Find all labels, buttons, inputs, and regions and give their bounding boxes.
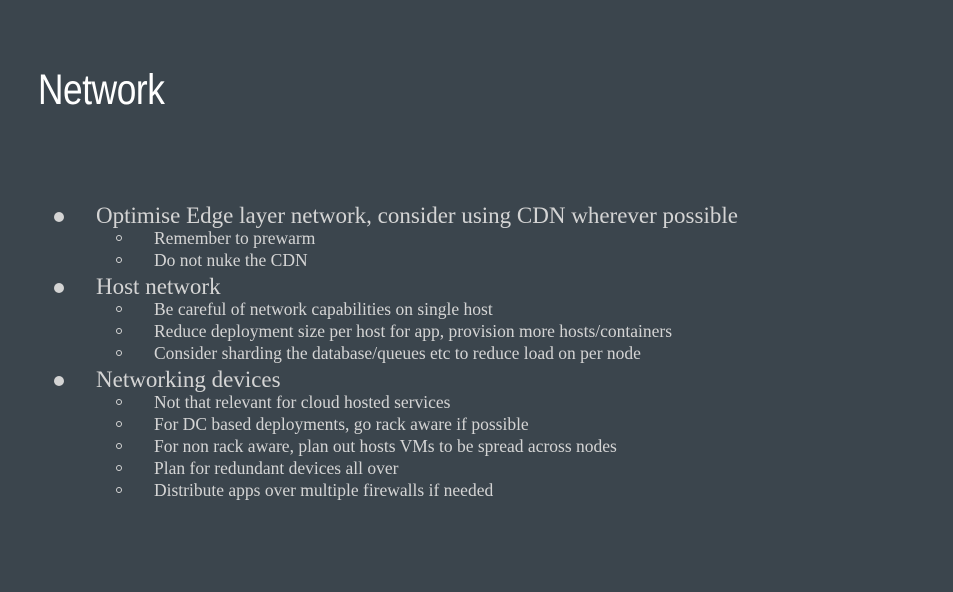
sub-bullet-text: Remember to prewarm	[154, 228, 316, 248]
sub-bullet-item: Reduce deployment size per host for app,…	[96, 320, 953, 342]
bullet-dot-icon	[54, 376, 64, 386]
sub-bullet-ring-icon	[116, 328, 122, 334]
sub-bullet-ring-icon	[116, 399, 122, 405]
sub-bullet-item: Be careful of network capabilities on si…	[96, 298, 953, 320]
sub-bullet-text: Do not nuke the CDN	[154, 250, 308, 270]
sub-bullet-item: Plan for redundant devices all over	[96, 457, 953, 479]
slide: Network Optimise Edge layer network, con…	[0, 0, 953, 592]
bullet-dot-icon	[54, 212, 64, 222]
sub-bullet-ring-icon	[116, 487, 122, 493]
sub-bullet-text: Consider sharding the database/queues et…	[154, 343, 641, 363]
sub-bullet-ring-icon	[116, 235, 122, 241]
sub-bullet-item: For non rack aware, plan out hosts VMs t…	[96, 435, 953, 457]
sub-bullet-text: Reduce deployment size per host for app,…	[154, 321, 673, 341]
sub-bullet-list: Not that relevant for cloud hosted servi…	[96, 391, 953, 501]
sub-bullet-item: For DC based deployments, go rack aware …	[96, 413, 953, 435]
sub-bullet-ring-icon	[116, 465, 122, 471]
sub-bullet-text: Distribute apps over multiple firewalls …	[154, 480, 494, 500]
bullet-item: Optimise Edge layer network, consider us…	[0, 200, 953, 271]
bullet-list: Optimise Edge layer network, consider us…	[0, 200, 953, 501]
sub-bullet-text: Not that relevant for cloud hosted servi…	[154, 392, 451, 412]
bullet-item: Networking devices Not that relevant for…	[0, 364, 953, 501]
sub-bullet-item: Consider sharding the database/queues et…	[96, 342, 953, 364]
slide-title: Network	[38, 66, 165, 114]
sub-bullet-ring-icon	[116, 350, 122, 356]
sub-bullet-text: For non rack aware, plan out hosts VMs t…	[154, 436, 617, 456]
bullet-text: Networking devices	[96, 367, 281, 392]
sub-bullet-ring-icon	[116, 306, 122, 312]
sub-bullet-text: Be careful of network capabilities on si…	[154, 299, 493, 319]
bullet-item: Host network Be careful of network capab…	[0, 271, 953, 364]
sub-bullet-item: Remember to prewarm	[96, 227, 953, 249]
bullet-text: Host network	[96, 274, 221, 299]
sub-bullet-ring-icon	[116, 443, 122, 449]
sub-bullet-item: Not that relevant for cloud hosted servi…	[96, 391, 953, 413]
sub-bullet-text: Plan for redundant devices all over	[154, 458, 399, 478]
sub-bullet-list: Be careful of network capabilities on si…	[96, 298, 953, 364]
sub-bullet-item: Do not nuke the CDN	[96, 249, 953, 271]
sub-bullet-ring-icon	[116, 257, 122, 263]
sub-bullet-ring-icon	[116, 421, 122, 427]
sub-bullet-item: Distribute apps over multiple firewalls …	[96, 479, 953, 501]
sub-bullet-text: For DC based deployments, go rack aware …	[154, 414, 529, 434]
bullet-dot-icon	[54, 283, 64, 293]
bullet-text: Optimise Edge layer network, consider us…	[96, 203, 738, 228]
sub-bullet-list: Remember to prewarm Do not nuke the CDN	[96, 227, 953, 271]
